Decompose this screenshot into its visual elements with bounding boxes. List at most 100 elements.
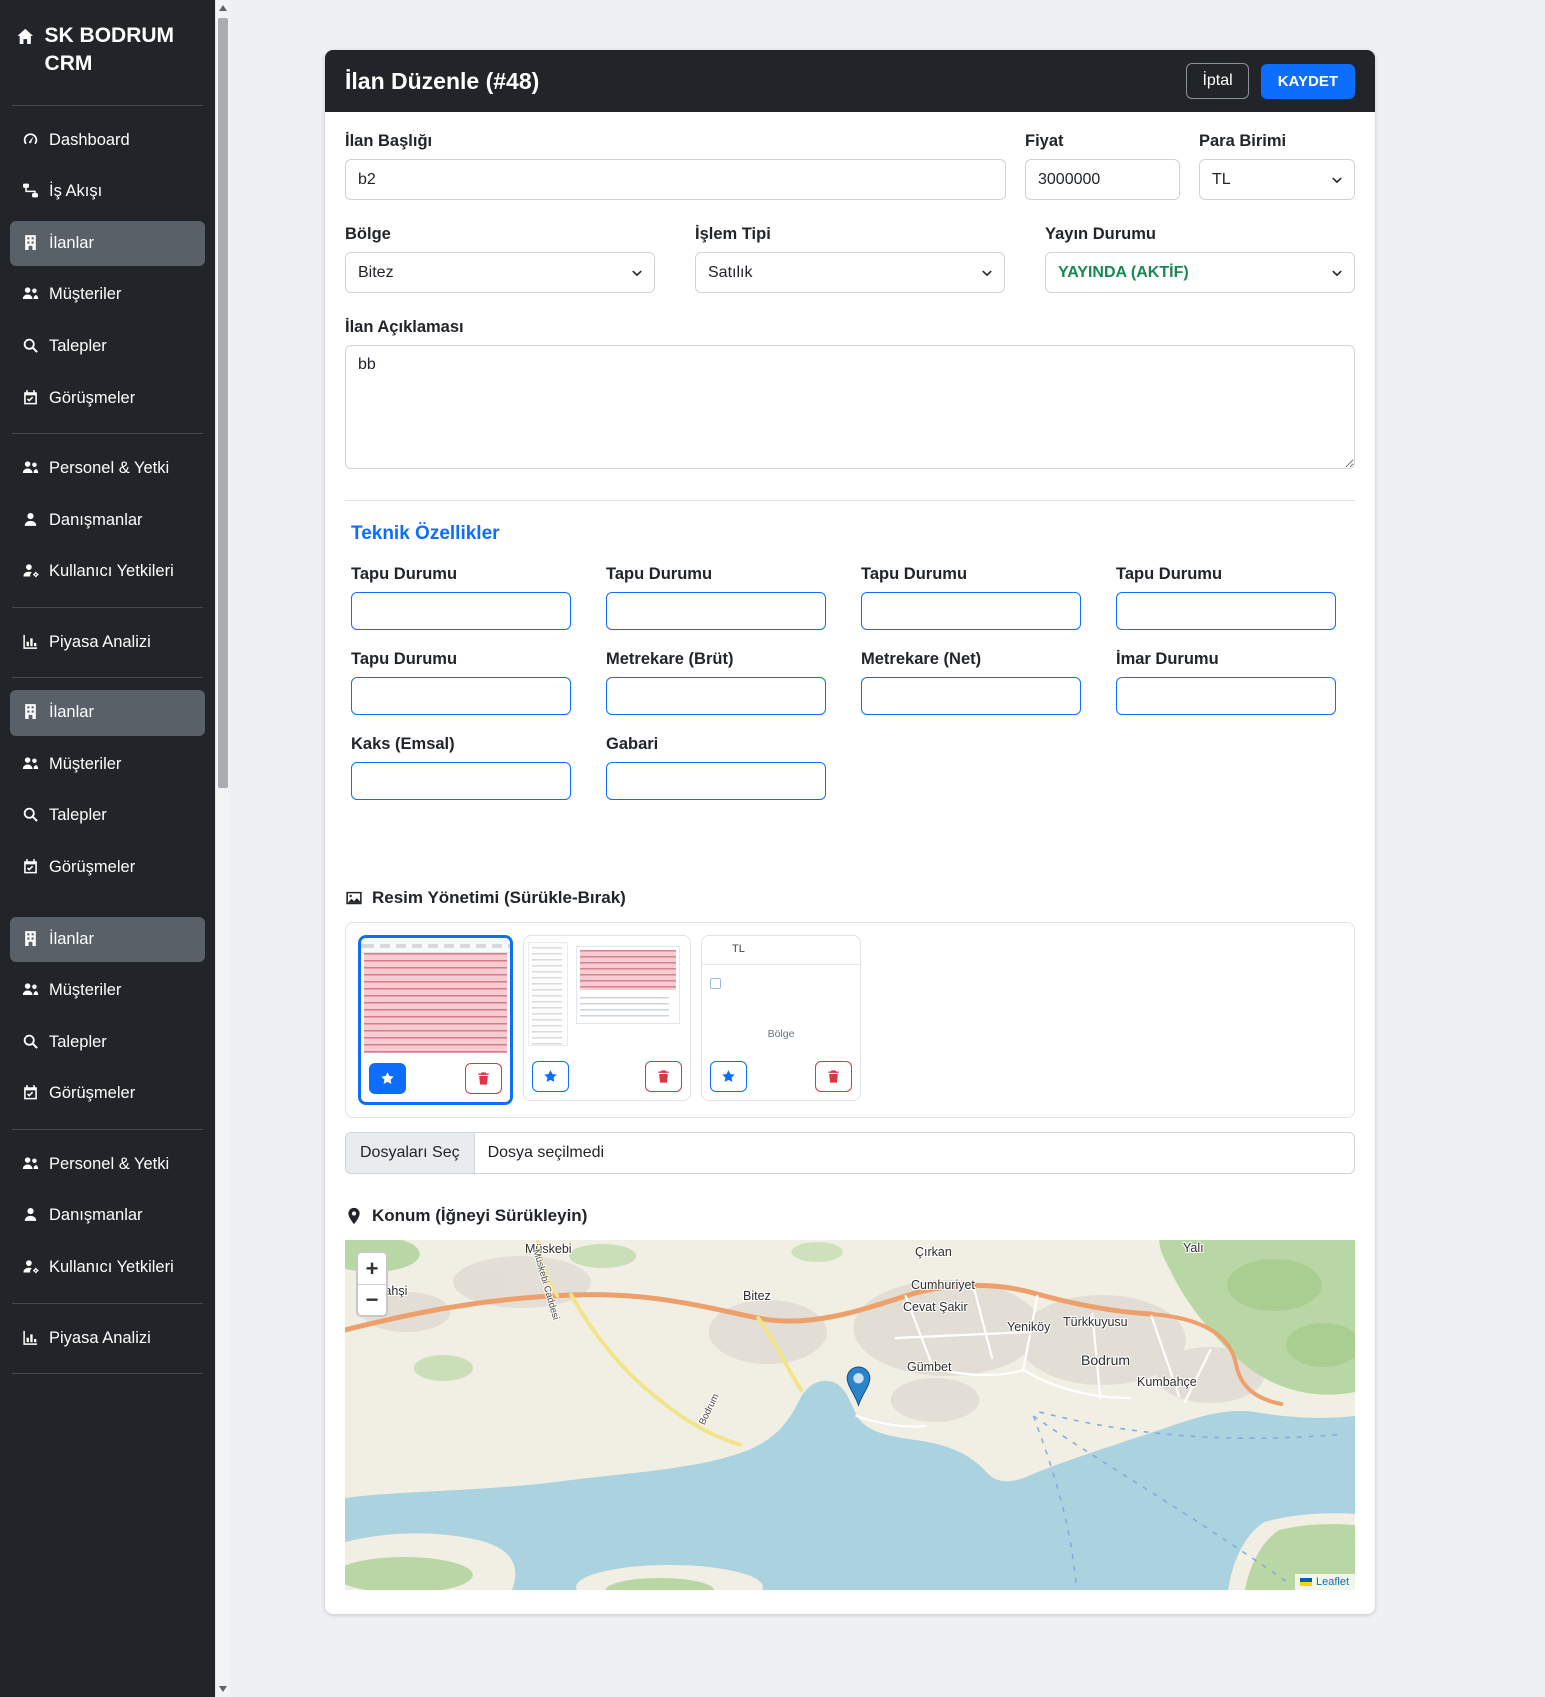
set-cover-button[interactable] [369,1063,406,1094]
sidebar-item-talepler[interactable]: Talepler [10,1020,205,1066]
building-icon [22,927,39,953]
region-value: Bitez [358,263,394,281]
image-section-heading: Resim Yönetimi (Sürükle-Bırak) [372,888,626,907]
map[interactable]: Müskebi Yahşi Bitez Çırkan Cumhuriyet Ce… [345,1240,1355,1590]
tech-field-label: Kaks (Emsal) [351,735,455,753]
star-icon [721,1069,736,1084]
sidebar-item-gorusmeler[interactable]: Görüşmeler [10,845,205,891]
sidebar-item-dashboard[interactable]: Dashboard [10,118,205,164]
tech-field-input[interactable] [351,592,571,630]
tech-field-label: Tapu Durumu [351,650,458,668]
building-icon [22,700,39,726]
tech-field-input[interactable] [1116,592,1336,630]
tech-field-input[interactable] [861,592,1081,630]
trash-icon [476,1071,491,1086]
sidebar-item-gorusmeler[interactable]: Görüşmeler [10,1071,205,1117]
set-cover-button[interactable] [532,1061,569,1092]
sidebar-item-kullanici-yetkileri[interactable]: Kullanıcı Yetkileri [10,1245,205,1291]
tech-field-label: Tapu Durumu [606,565,713,583]
image-thumbnail[interactable]: TL Bölge [701,935,861,1101]
scroll-down-button[interactable] [216,1681,230,1697]
image-thumbnail[interactable] [358,935,513,1105]
delete-image-button[interactable] [465,1063,502,1094]
sidebar-item-danismanlar[interactable]: Danışmanlar [10,498,205,544]
description-label: İlan Açıklaması [345,318,464,336]
region-select[interactable]: Bitez [345,252,655,293]
choose-files-button[interactable]: Dosyaları Seç [346,1133,475,1173]
sidebar-item-danismanlar[interactable]: Danışmanlar [10,1193,205,1239]
sidebar-item-musteriler[interactable]: Müşteriler [10,272,205,318]
sidebar-item-personel-yetki[interactable]: Personel & Yetki [10,446,205,492]
sidebar-item-label: Dashboard [49,130,130,149]
tech-field-input[interactable] [606,592,826,630]
image-thumbnail[interactable] [523,935,691,1101]
thumbnails-dropzone[interactable]: TL Bölge [345,922,1355,1118]
zoom-out-button[interactable]: − [358,1284,386,1315]
calendar-icon [22,386,39,412]
divider [345,500,1355,501]
sidebar-item-musteriler[interactable]: Müşteriler [10,742,205,788]
sidebar-item-talepler[interactable]: Talepler [10,793,205,839]
thumbnail-text: Bölge [767,1028,795,1040]
title-input[interactable] [345,159,1006,200]
leaflet-link[interactable]: Leaflet [1316,1576,1349,1588]
vertical-scrollbar[interactable] [215,0,230,1697]
zoom-in-button[interactable]: + [358,1253,386,1284]
sidebar-item-ilanlar[interactable]: İlanlar [10,220,205,267]
publish-status-select[interactable]: YAYINDA (AKTİF) [1045,252,1355,293]
brand[interactable]: SK BODRUM CRM [10,14,205,93]
divider [12,1128,203,1130]
delete-image-button[interactable] [645,1061,682,1092]
sidebar-item-talepler[interactable]: Talepler [10,324,205,370]
file-input[interactable]: Dosyaları Seç Dosya seçilmedi [345,1132,1355,1174]
divider [12,1373,203,1375]
scroll-up-button[interactable] [216,0,230,16]
cancel-button[interactable]: İptal [1186,63,1249,99]
location-section: Konum (İğneyi Sürükleyin) Müskebi Yahşi … [345,1206,1355,1590]
sidebar-item-kullanici-yetkileri[interactable]: Kullanıcı Yetkileri [10,549,205,595]
transaction-type-select[interactable]: Satılık [695,252,1005,293]
building-icon [22,231,39,257]
chevron-down-icon [980,266,994,280]
scrollbar-thumb[interactable] [218,18,228,788]
sidebar-item-is-akisi[interactable]: İş Akışı [10,169,205,215]
location-section-label: Konum (İğneyi Sürükleyin) [345,1206,1355,1226]
divider [12,433,203,435]
tech-field-input[interactable] [606,762,826,800]
sidebar-item-musteriler[interactable]: Müşteriler [10,968,205,1014]
people-group-icon [22,1152,39,1178]
currency-select[interactable]: TL [1199,159,1355,200]
chevron-down-icon [1330,266,1344,280]
sidebar-item-ilanlar[interactable]: İlanlar [10,690,205,736]
tech-fields-grid: Tapu Durumu Tapu Durumu Tapu Durumu Tapu… [351,565,1355,800]
description-textarea[interactable]: bb [345,345,1355,469]
map-marker-pin[interactable] [846,1366,871,1407]
sidebar-item-label: İlanlar [49,929,94,948]
people-icon [22,752,39,778]
star-icon [543,1069,558,1084]
set-cover-button[interactable] [710,1061,747,1092]
sidebar-item-gorusmeler[interactable]: Görüşmeler [10,376,205,422]
sidebar-item-label: İlanlar [49,703,94,722]
transaction-type-label: İşlem Tipi [695,225,771,243]
image-section-label: Resim Yönetimi (Sürükle-Bırak) [345,888,1355,908]
tech-field-input[interactable] [351,677,571,715]
star-icon [380,1071,395,1086]
thumbnail-text: TL [732,943,745,955]
delete-image-button[interactable] [815,1061,852,1092]
tech-field-input[interactable] [1116,677,1336,715]
price-input[interactable] [1025,159,1180,200]
sidebar-item-ilanlar[interactable]: İlanlar [10,916,205,963]
save-button[interactable]: KAYDET [1260,63,1355,99]
tech-field-input[interactable] [351,762,571,800]
thumbnail-actions [524,1054,690,1100]
sidebar-item-piyasa-analizi[interactable]: Piyasa Analizi [10,1316,205,1362]
sidebar-item-personel-yetki[interactable]: Personel & Yetki [10,1142,205,1188]
publish-status-label: Yayın Durumu [1045,225,1156,243]
person-icon [22,1203,39,1229]
publish-status-value: YAYINDA (AKTİF) [1058,263,1189,281]
trash-icon [826,1069,841,1084]
tech-field-input[interactable] [606,677,826,715]
tech-field-input[interactable] [861,677,1081,715]
sidebar-item-piyasa-analizi[interactable]: Piyasa Analizi [10,620,205,666]
